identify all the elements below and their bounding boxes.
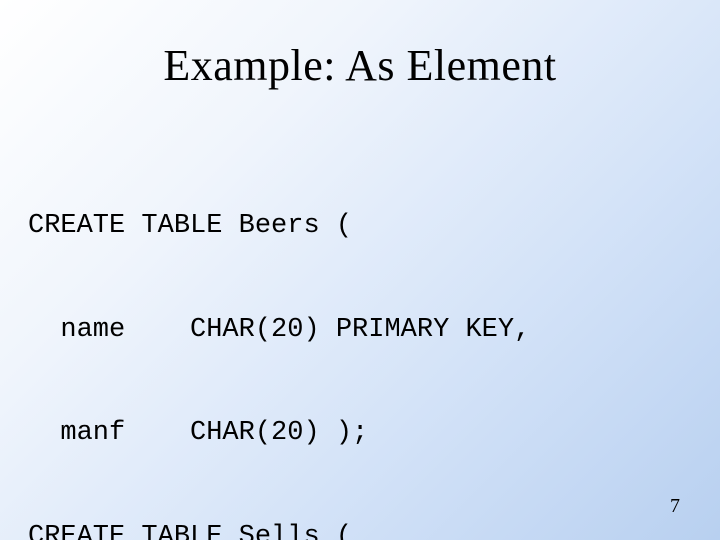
slide-title: Example: As Element: [0, 40, 720, 91]
code-line: CREATE TABLE Beers (: [28, 209, 530, 244]
code-line: CREATE TABLE Sells (: [28, 520, 530, 540]
code-line: manf CHAR(20) );: [28, 416, 530, 451]
code-line: name CHAR(20) PRIMARY KEY,: [28, 313, 530, 348]
slide: Example: As Element CREATE TABLE Beers (…: [0, 0, 720, 540]
sql-code-block: CREATE TABLE Beers ( name CHAR(20) PRIMA…: [28, 140, 530, 540]
page-number: 7: [670, 495, 680, 518]
